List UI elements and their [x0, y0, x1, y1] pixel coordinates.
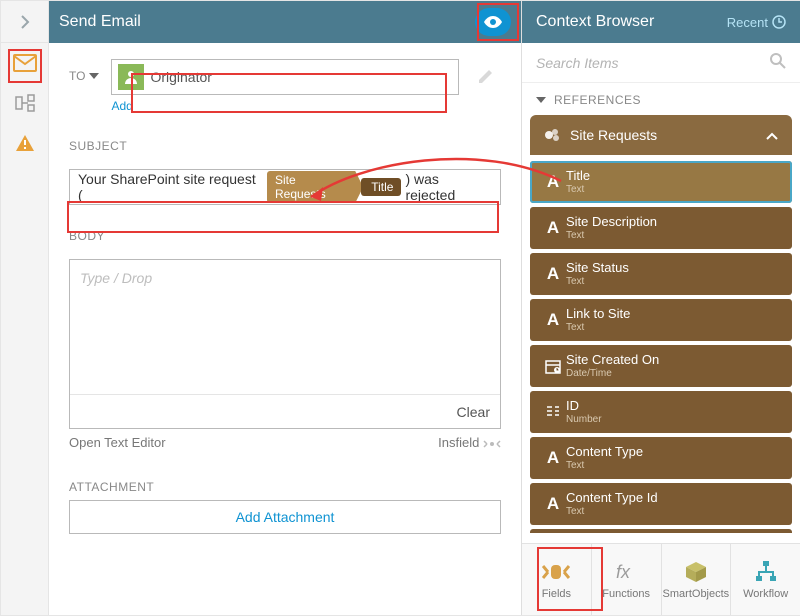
tab-workflow[interactable]: Workflow [731, 544, 800, 615]
cube-icon [684, 560, 708, 584]
group-site-requests[interactable]: Site Requests [530, 115, 792, 155]
to-value: Originator [150, 69, 211, 85]
chevron-down-icon [89, 73, 99, 79]
field-type: Number [566, 414, 602, 425]
pencil-icon [477, 67, 495, 85]
references-header[interactable]: REFERENCES [522, 83, 800, 115]
clock-icon [772, 15, 786, 29]
recent-link[interactable]: Recent [727, 15, 786, 30]
field-item-content-type-id[interactable]: AContent Type IdText [530, 483, 792, 525]
add-recipient-link[interactable]: Add [111, 95, 132, 113]
context-header: Context Browser Recent [522, 1, 800, 43]
body-box: Type / Drop Clear [69, 259, 501, 429]
field-type: Text [566, 322, 630, 333]
chevron-up-icon [766, 127, 778, 143]
field-type-icon: A [540, 264, 566, 284]
to-label[interactable]: TO [69, 59, 99, 83]
rail-activity-icon[interactable] [1, 83, 49, 123]
preview-button[interactable] [475, 8, 511, 36]
search-icon [770, 53, 786, 72]
context-browser-pane: Context Browser Recent Search Items REFE… [521, 1, 800, 615]
subject-chip-group[interactable]: Site Requests [267, 171, 363, 203]
search-input[interactable]: Search Items [522, 43, 800, 83]
svg-text:fx: fx [616, 562, 631, 582]
workflow-icon [754, 560, 778, 584]
attachment-label: ATTACHMENT [49, 450, 521, 500]
send-email-pane: Send Email TO Originator Add SUBJECT You… [49, 1, 521, 615]
field-type-icon [540, 404, 566, 420]
rail-email-icon[interactable] [1, 43, 49, 83]
field-name: ID [566, 399, 602, 413]
field-type-icon: A [540, 218, 566, 238]
body-label: BODY [49, 205, 521, 253]
envelope-icon [13, 54, 37, 72]
insfield-icon [483, 439, 501, 449]
field-type: Text [566, 184, 590, 195]
subject-text-post: ) was rejected [405, 171, 492, 203]
field-item-site-description[interactable]: ASite DescriptionText [530, 207, 792, 249]
field-name: Content Type [566, 445, 643, 459]
field-type-icon [540, 358, 566, 374]
left-icon-rail [1, 1, 49, 615]
field-type-icon: A [540, 310, 566, 330]
field-type: Text [566, 460, 643, 471]
subject-chip-field[interactable]: Title [361, 178, 401, 196]
functions-icon: fx [614, 560, 638, 584]
flow-icon [15, 93, 35, 113]
field-item-content-type[interactable]: AContent TypeText [530, 437, 792, 479]
field-name: Content Type Id [566, 491, 658, 505]
field-item-id[interactable]: IDNumber [530, 391, 792, 433]
field-item-site-created-on[interactable]: Site Created OnDate/Time [530, 345, 792, 387]
field-name: Site Status [566, 261, 629, 275]
rail-warning-icon[interactable] [1, 123, 49, 163]
field-item-link-to-site[interactable]: ALink to SiteText [530, 299, 792, 341]
subject-input[interactable]: Your SharePoint site request ( Site Requ… [69, 169, 501, 205]
add-attachment-button[interactable]: Add Attachment [69, 500, 501, 534]
warning-icon [15, 133, 35, 153]
open-text-editor-link[interactable]: Open Text Editor [69, 435, 166, 450]
field-name: Link to Site [566, 307, 630, 321]
subject-text-pre: Your SharePoint site request ( [78, 171, 263, 203]
insert-field-link[interactable]: Insfield [438, 435, 501, 450]
body-input[interactable]: Type / Drop [70, 260, 500, 394]
field-type: Text [566, 276, 629, 287]
person-icon [118, 64, 144, 90]
tab-functions[interactable]: fx Functions [592, 544, 662, 615]
field-type: Text [566, 230, 657, 241]
field-item-site-status[interactable]: ASite StatusText [530, 253, 792, 295]
pane-header: Send Email [49, 1, 521, 43]
field-name: Site Created On [566, 353, 659, 367]
to-row: TO Originator Add [49, 43, 521, 115]
fields-icon [542, 560, 570, 584]
field-list: ATitleTextASite DescriptionTextASite Sta… [530, 161, 792, 533]
pane-title: Send Email [59, 13, 141, 31]
field-type-icon: A [540, 172, 566, 192]
field-item-modified[interactable]: ModifiedDate/Time [530, 529, 792, 533]
rail-expand-button[interactable] [1, 1, 49, 43]
field-type: Date/Time [566, 368, 659, 379]
eye-icon [483, 15, 503, 29]
field-type: Text [566, 506, 658, 517]
chevron-down-icon [536, 97, 546, 103]
chevron-right-icon [18, 15, 32, 29]
edit-to-button[interactable] [471, 61, 501, 91]
tab-smartobjects[interactable]: SmartObjects [662, 544, 732, 615]
context-title: Context Browser [536, 13, 654, 31]
tab-fields[interactable]: Fields [522, 544, 592, 615]
sharepoint-icon [544, 128, 562, 142]
subject-label: SUBJECT [49, 115, 521, 163]
to-input[interactable]: Originator [111, 59, 459, 95]
field-name: Title [566, 169, 590, 183]
field-item-title[interactable]: ATitleText [530, 161, 792, 203]
clear-button[interactable]: Clear [457, 404, 490, 420]
field-type-icon: A [540, 494, 566, 514]
field-name: Site Description [566, 215, 657, 229]
context-tabs: Fields fx Functions SmartObjects Workflo… [522, 543, 800, 615]
field-type-icon: A [540, 448, 566, 468]
